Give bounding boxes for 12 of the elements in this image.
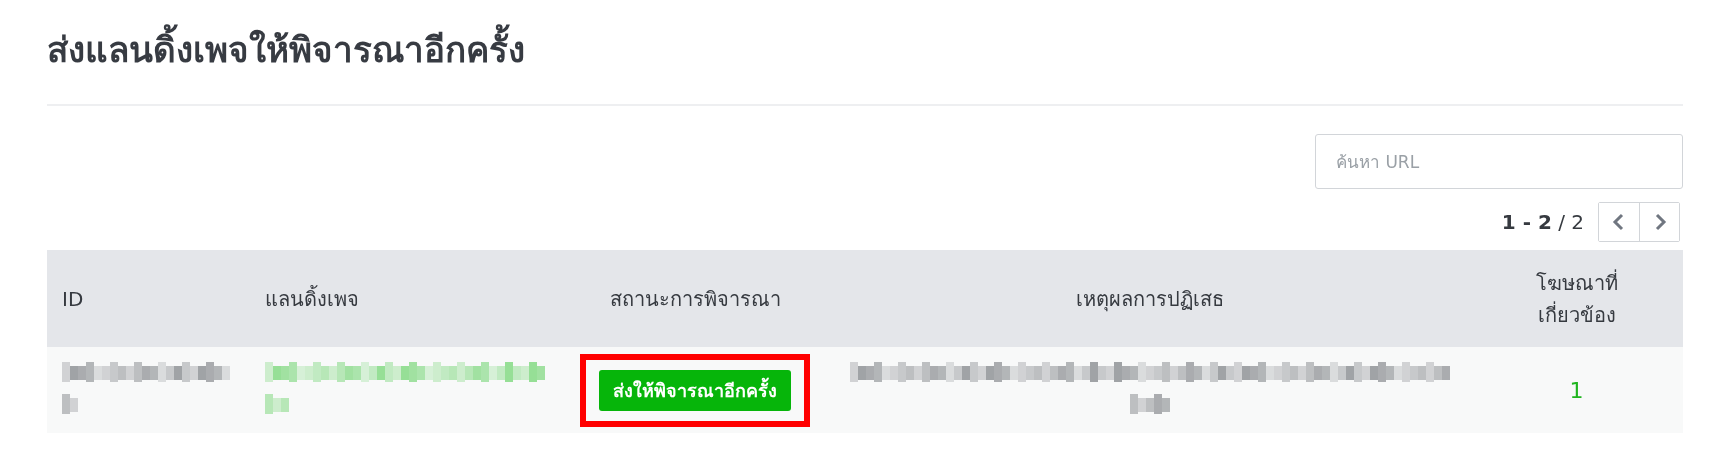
column-header: เหตุผลการปฏิเสธ [830, 250, 1470, 347]
ad-count: 1 [1569, 377, 1584, 403]
column-header: ID [47, 250, 250, 347]
next-page-button[interactable] [1639, 203, 1679, 241]
pagination-text: 1 - 2 / 2 [1501, 210, 1584, 234]
column-header: โฆษณาที่เกี่ยวข้อง [1470, 250, 1683, 347]
page-title: ส่งแลนดิ้งเพจให้พิจารณาอีกครั้ง [47, 22, 1683, 78]
chevron-left-icon [1612, 213, 1626, 231]
resubmit-button[interactable]: ส่งให้พิจารณาอีกครั้ง [599, 369, 791, 411]
search-field[interactable]: ค้นหา URL [1315, 134, 1683, 189]
column-header: แลนดิ้งเพจ [250, 250, 560, 347]
column-header: สถานะการพิจารณา [560, 250, 830, 347]
